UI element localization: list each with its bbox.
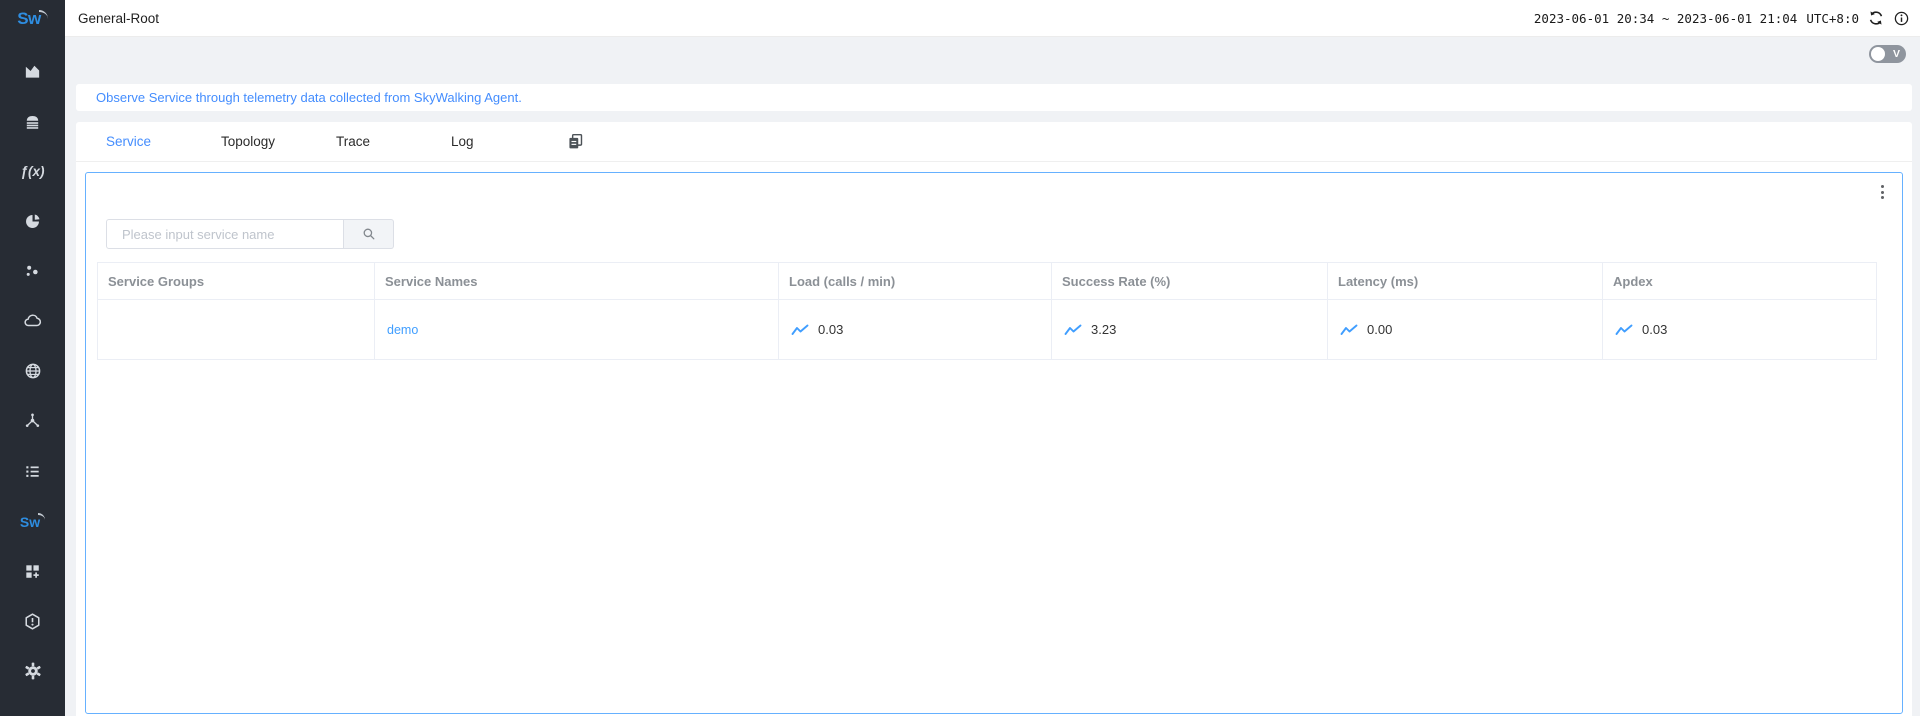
main-content: V Observe Service through telemetry data… [65,37,1920,716]
sidebar-item-alerts[interactable] [0,596,65,646]
col-latency: Latency (ms) [1328,263,1603,300]
sidebar-item-scatter[interactable] [0,246,65,296]
globe-icon [23,361,43,381]
refresh-button[interactable] [1868,10,1884,26]
service-link-demo[interactable]: demo [387,323,418,337]
toggle-row: V [1869,45,1906,65]
dashboard-card: Service Topology Trace Log [76,122,1912,716]
kebab-dot [1881,196,1884,199]
area-chart-icon [23,62,42,81]
logo-text: Sw [17,9,41,29]
search-icon [361,226,377,242]
cell-service-group [98,300,375,360]
timezone[interactable]: UTC+8:0 [1806,11,1859,26]
kebab-dot [1881,185,1884,188]
search-button[interactable] [344,219,394,249]
sidebar: Sw ƒ(x) [0,0,65,716]
info-icon [1893,10,1910,27]
trend-chart-icon[interactable] [791,324,809,336]
function-icon: ƒ(x) [20,164,44,179]
col-service-names: Service Names [375,263,779,300]
top-header: General-Root 2023-06-01 20:34 ~ 2023-06-… [65,0,1920,37]
cloud-icon [23,311,43,331]
col-apdex: Apdex [1603,263,1877,300]
sidebar-item-widgets[interactable] [0,546,65,596]
trend-chart-icon[interactable] [1340,324,1358,336]
load-value: 0.03 [818,322,843,337]
panel-menu-button[interactable] [1875,183,1889,201]
trend-chart-icon[interactable] [1615,324,1633,336]
version-toggle[interactable]: V [1869,45,1906,63]
sidebar-nav: ƒ(x) Sw [0,46,65,696]
cell-latency: 0.00 [1328,300,1603,360]
time-range[interactable]: 2023-06-01 20:34 ~ 2023-06-01 21:04 [1534,11,1797,26]
sidebar-item-settings[interactable] [0,646,65,696]
tab-trace[interactable]: Trace [336,134,451,149]
tab-topology[interactable]: Topology [221,134,336,149]
copy-tab-button[interactable] [566,132,585,151]
toggle-knob [1871,47,1885,61]
success-rate-value: 3.23 [1091,322,1116,337]
list-icon [23,462,42,481]
trend-chart-icon[interactable] [1064,324,1082,336]
tab-bar: Service Topology Trace Log [76,122,1912,162]
toggle-label: V [1893,48,1900,60]
skywalking-icon: Sw [20,513,45,530]
service-list-panel: Service Groups Service Names Load (calls… [85,172,1903,714]
search-row [106,219,394,249]
notice-banner-text: Observe Service through telemetry data c… [96,90,522,105]
sidebar-item-self-observability[interactable]: Sw [0,496,65,546]
info-button[interactable] [1893,10,1910,27]
col-service-groups: Service Groups [98,263,375,300]
col-load: Load (calls / min) [779,263,1052,300]
search-input[interactable] [106,219,344,249]
latency-value: 0.00 [1367,322,1392,337]
table-row: demo 0.03 [98,300,1877,360]
alert-icon [23,612,42,631]
cell-load: 0.03 [779,300,1052,360]
pie-chart-icon [23,212,42,231]
settings-icon [23,661,43,681]
sidebar-item-globe[interactable] [0,346,65,396]
notice-banner: Observe Service through telemetry data c… [76,84,1912,111]
cell-success-rate: 3.23 [1052,300,1328,360]
col-success-rate: Success Rate (%) [1052,263,1328,300]
logo-swoosh-icon [39,10,48,19]
sidebar-item-cloud[interactable] [0,296,65,346]
cell-apdex: 0.03 [1603,300,1877,360]
storage-icon [23,112,42,131]
kebab-dot [1881,191,1884,194]
page-title: General-Root [78,11,159,26]
sidebar-item-functions[interactable]: ƒ(x) [0,146,65,196]
cell-service-name: demo [375,300,779,360]
sidebar-item-topology[interactable] [0,396,65,446]
sidebar-item-storage[interactable] [0,96,65,146]
widgets-add-icon [23,562,42,581]
skywalking-logo[interactable]: Sw [0,0,65,38]
refresh-icon [1868,10,1884,26]
copy-icon [566,132,585,151]
service-table: Service Groups Service Names Load (calls… [97,262,1875,360]
topology-icon [23,412,42,431]
tab-service[interactable]: Service [106,134,221,149]
scatter-icon [23,262,42,281]
header-controls: 2023-06-01 20:34 ~ 2023-06-01 21:04 UTC+… [1534,10,1910,27]
sidebar-item-pie[interactable] [0,196,65,246]
tab-log[interactable]: Log [451,134,566,149]
apdex-value: 0.03 [1642,322,1667,337]
table-header-row: Service Groups Service Names Load (calls… [98,263,1877,300]
sidebar-item-list[interactable] [0,446,65,496]
sidebar-item-dashboards[interactable] [0,46,65,96]
